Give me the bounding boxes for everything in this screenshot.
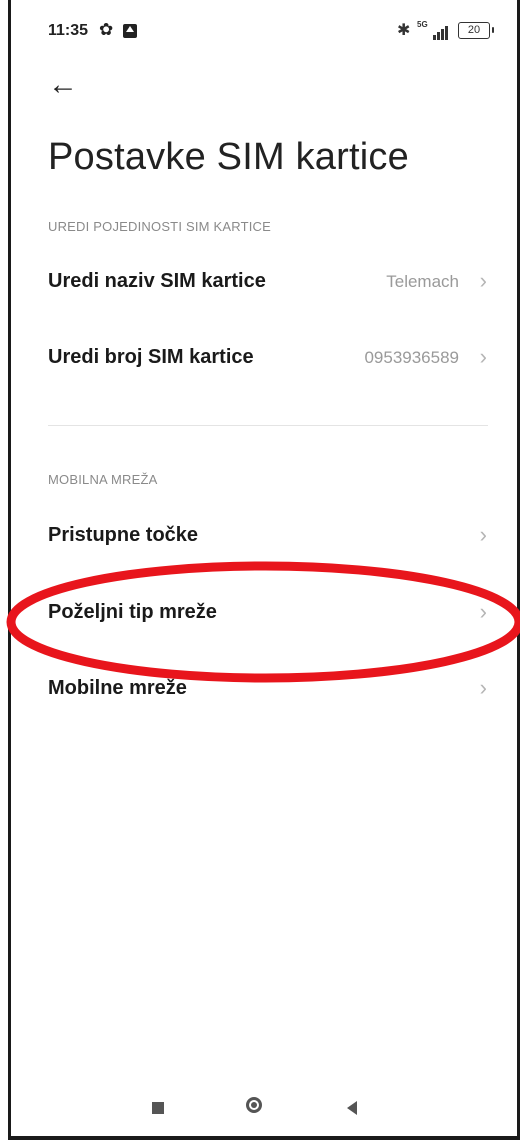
list-item-edit-sim-name[interactable]: Uredi naziv SIM kartice Telemach › [11, 254, 517, 314]
back-triangle-icon[interactable] [347, 1101, 357, 1115]
section-header-mobile-network: MOBILNA MREŽA [48, 472, 158, 487]
network-type: 5G [417, 20, 428, 29]
list-item-value: Telemach [386, 272, 459, 291]
app-notification-icon [123, 24, 137, 38]
arrow-left-icon[interactable]: ← [48, 70, 78, 100]
section-divider [48, 425, 488, 426]
list-item-label: Uredi broj SIM kartice [48, 346, 254, 368]
chevron-right-icon: › [479, 344, 487, 369]
recents-square-icon[interactable] [152, 1102, 164, 1114]
highlight-ellipse [6, 561, 520, 683]
battery-icon: 20 [458, 22, 494, 39]
list-item-edit-sim-number[interactable]: Uredi broj SIM kartice 0953936589 › [11, 330, 517, 390]
signal-icon: 5G [417, 20, 451, 40]
status-bar: 11:35 ✿ ✱ 5G 20 [11, 18, 517, 48]
bluetooth-icon: ✱ [397, 22, 411, 39]
system-navigation-bar [11, 1080, 517, 1136]
list-item-value: 0953936589 [364, 348, 459, 367]
chevron-right-icon: › [479, 522, 487, 547]
gear-icon: ✿ [99, 20, 114, 39]
home-circle-icon[interactable] [246, 1097, 262, 1113]
chevron-right-icon: › [479, 268, 487, 293]
phone-screen: 11:35 ✿ ✱ 5G 20 ← Postavke SIM kartice U… [6, 0, 520, 1136]
page-title: Postavke SIM kartice [48, 136, 409, 178]
list-item-label: Uredi naziv SIM kartice [48, 270, 266, 292]
list-item-label: Pristupne točke [48, 524, 199, 546]
status-time: 11:35 [48, 22, 89, 39]
screenshot-frame-bottom [8, 1136, 520, 1140]
section-header-sim-details: UREDI POJEDINOSTI SIM KARTICE [48, 219, 271, 234]
